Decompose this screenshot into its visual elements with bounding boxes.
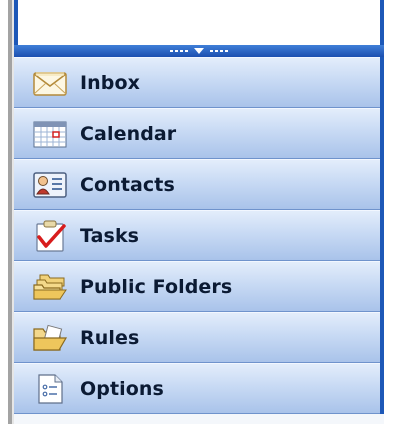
nav-button-label: Options <box>80 377 164 400</box>
splitter-grip-right <box>210 50 228 52</box>
nav-button-public-folders[interactable]: Public Folders <box>14 261 380 312</box>
folder-rules-icon <box>32 322 72 354</box>
nav-button-label: Calendar <box>80 122 177 145</box>
nav-button-options[interactable]: Options <box>14 363 380 414</box>
window-frame-left <box>0 0 14 424</box>
nav-button-rules[interactable]: Rules <box>14 312 380 363</box>
nav-button-label: Tasks <box>80 224 140 247</box>
nav-button-contacts[interactable]: Contacts <box>14 159 380 210</box>
calendar-icon <box>32 118 72 150</box>
pane-splitter[interactable] <box>14 45 384 57</box>
nav-button-tasks[interactable]: Tasks <box>14 210 380 261</box>
chevron-down-icon[interactable] <box>194 48 204 54</box>
folder-stack-icon <box>32 271 72 303</box>
nav-button-inbox[interactable]: Inbox <box>14 57 380 108</box>
nav-button-label: Public Folders <box>80 275 233 298</box>
splitter-grip-left <box>170 50 188 52</box>
nav-button-label: Inbox <box>80 71 141 94</box>
nav-buttons: Inbox Calendar Contacts Tasks Public Fol… <box>14 57 384 414</box>
navigation-pane: Inbox Calendar Contacts Tasks Public Fol… <box>14 0 384 424</box>
nav-button-label: Rules <box>80 326 140 349</box>
contact-card-icon <box>32 169 72 201</box>
envelope-icon <box>32 67 72 99</box>
nav-button-label: Contacts <box>80 173 175 196</box>
folder-list-area <box>14 0 384 45</box>
options-document-icon <box>32 373 72 405</box>
clipboard-check-icon <box>32 220 72 252</box>
nav-button-calendar[interactable]: Calendar <box>14 108 380 159</box>
